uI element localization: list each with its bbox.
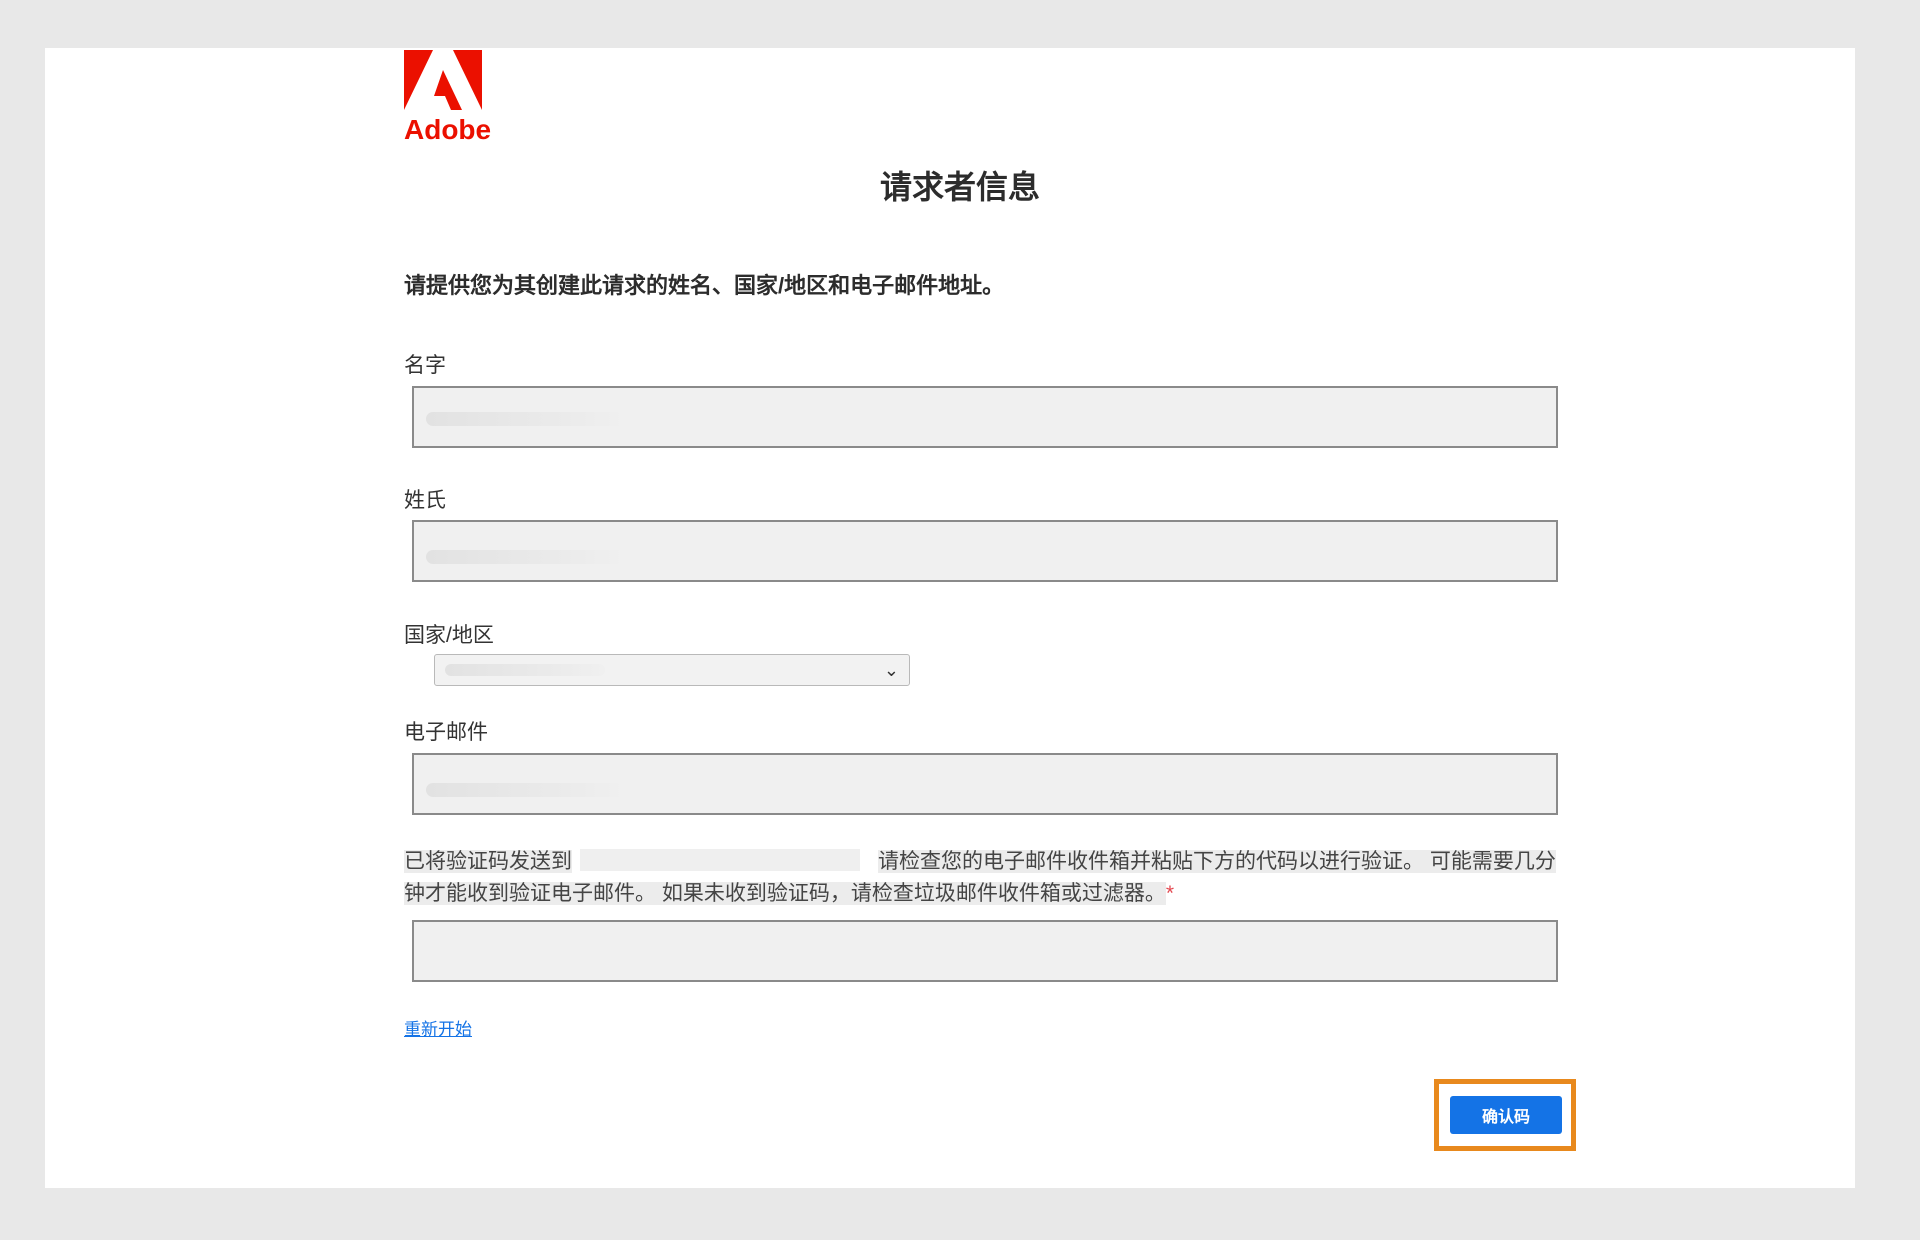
- email-input[interactable]: [412, 753, 1558, 815]
- page-card: [45, 48, 1855, 1188]
- verification-message: 已将验证码发送到 请检查您的电子邮件收件箱并粘贴下方的代码以进行验证。 可能需要几…: [404, 846, 1564, 910]
- chevron-down-icon: ⌄: [883, 660, 899, 680]
- adobe-logo-icon: [404, 50, 482, 110]
- last-name-label: 姓氏: [404, 489, 446, 512]
- first-name-input[interactable]: [412, 386, 1558, 448]
- redacted-value: [426, 412, 626, 426]
- country-select[interactable]: ⌄: [434, 654, 910, 686]
- restart-link[interactable]: 重新开始: [404, 1015, 472, 1040]
- last-name-input[interactable]: [412, 520, 1558, 582]
- page-title: 请求者信息: [879, 169, 1040, 205]
- adobe-wordmark: Adobe: [404, 114, 492, 145]
- redacted-value: [426, 783, 626, 797]
- redacted-value: [426, 550, 626, 564]
- redacted-email: [580, 849, 860, 871]
- email-label: 电子邮件: [404, 721, 488, 744]
- verification-message-part1: 已将验证码发送到: [404, 850, 572, 873]
- first-name-label: 名字: [404, 354, 446, 377]
- required-asterisk: *: [1165, 882, 1175, 905]
- adobe-logo: Adobe: [404, 50, 492, 146]
- confirm-code-button[interactable]: 确认码: [1450, 1096, 1562, 1134]
- redacted-value: [445, 664, 605, 676]
- confirm-button-highlight: 确认码: [1434, 1079, 1576, 1151]
- country-label: 国家/地区: [404, 624, 494, 647]
- verification-code-input[interactable]: [412, 920, 1558, 982]
- intro-text: 请提供您为其创建此请求的姓名、国家/地区和电子邮件地址。: [404, 273, 1005, 298]
- verification-message-part2: 请检查您的电子邮件收件箱并粘贴下方的代码以进行验证。 可能需要几分钟才能收到验证…: [404, 850, 1556, 905]
